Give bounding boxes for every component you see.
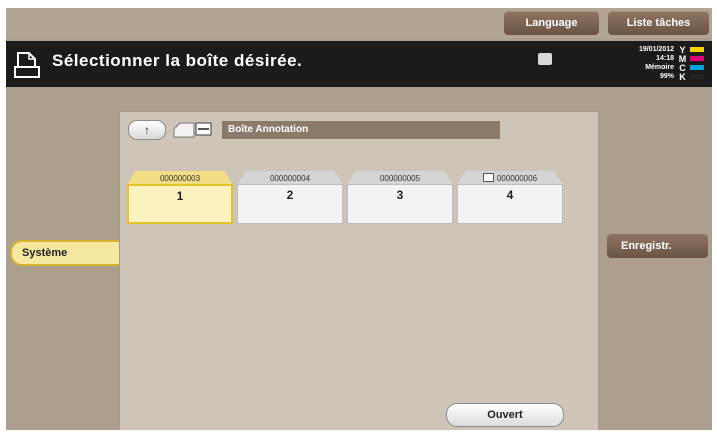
device-screen: Language Liste tâches Sélectionner la bo…: [6, 8, 712, 430]
up-level-button[interactable]: ↑: [128, 120, 166, 140]
box-number: 4: [457, 184, 563, 224]
toner-row: K: [678, 71, 710, 82]
status-info: 19/01/2012 14:18 Mémoire 99%: [596, 45, 674, 81]
box-item[interactable]: 000000006 4: [457, 171, 563, 224]
box-number: 2: [237, 184, 343, 224]
time-text: 14:18: [656, 55, 674, 62]
header-bar: Sélectionner la boîte désirée. 19/01/201…: [6, 41, 712, 87]
box-number: 1: [127, 184, 233, 224]
top-bar: Language Liste tâches: [6, 8, 712, 38]
toner-bar: [690, 56, 704, 61]
box-item[interactable]: 000000003 1: [127, 171, 233, 224]
box-type-label: Boîte Annotation: [222, 121, 500, 139]
box-selection-panel: ↑ Boîte Annotation 000000003 1 000000004…: [119, 111, 599, 430]
box-item[interactable]: 000000005 3: [347, 171, 453, 224]
box-type-icon: [173, 122, 212, 138]
system-tab[interactable]: Système: [10, 240, 122, 266]
memory-value: 99%: [659, 73, 674, 80]
page-title: Sélectionner la boîte désirée.: [52, 51, 303, 70]
box-number: 3: [347, 184, 453, 224]
task-list-button[interactable]: Liste tâches: [608, 11, 709, 35]
document-box-icon: [14, 52, 40, 78]
open-button[interactable]: Ouvert: [446, 403, 564, 427]
box-id: 000000005: [347, 171, 453, 185]
box-id: 000000004: [237, 171, 343, 185]
toner-bar: [690, 74, 704, 79]
lock-icon: [482, 173, 494, 182]
register-button[interactable]: Enregistr.: [607, 234, 708, 258]
memory-label: Mémoire: [645, 64, 674, 71]
navigation-bar: ↑ Boîte Annotation: [128, 118, 500, 140]
toner-bar: [690, 47, 704, 52]
toner-levels: YMCK: [678, 45, 710, 82]
toner-letter: K: [679, 71, 686, 82]
date-text: 19/01/2012: [638, 46, 674, 53]
box-id: 000000003: [127, 171, 233, 185]
language-button[interactable]: Language: [504, 11, 599, 35]
toner-bar: [690, 65, 704, 70]
camera-icon: [538, 53, 552, 65]
box-item[interactable]: 000000004 2: [237, 171, 343, 224]
up-arrow-icon: ↑: [144, 123, 150, 137]
box-id: 000000006: [457, 171, 563, 185]
